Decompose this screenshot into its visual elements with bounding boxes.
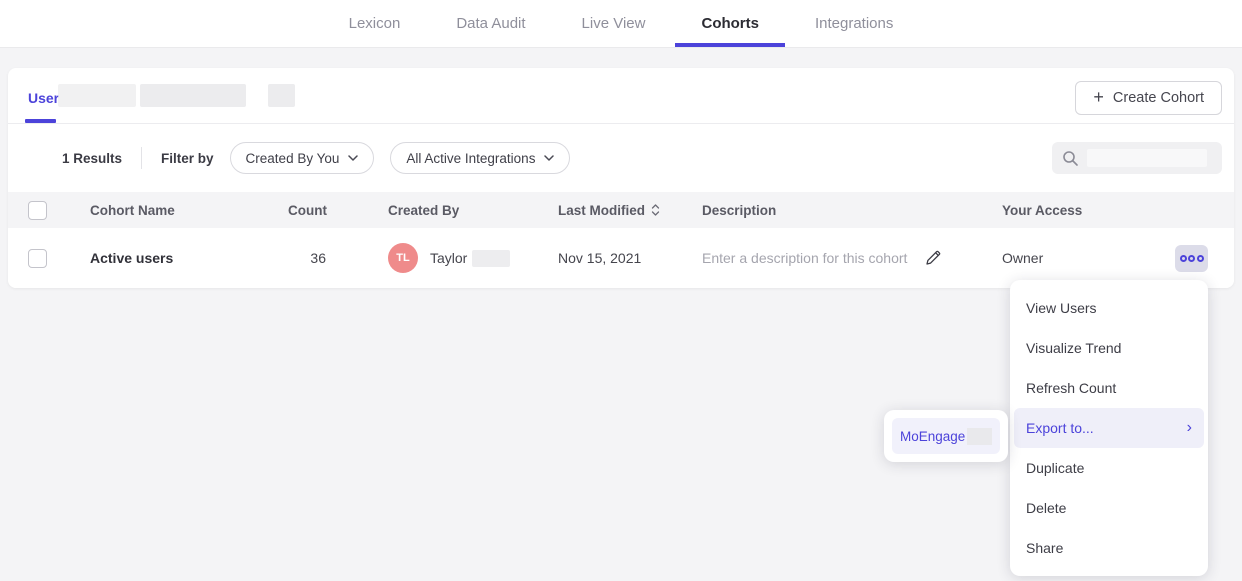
nav-tab-cohorts[interactable]: Cohorts bbox=[699, 0, 761, 47]
menu-item-share[interactable]: Share bbox=[1010, 528, 1208, 568]
created-by-dropdown[interactable]: Created By You bbox=[230, 142, 375, 174]
chevron-right-icon: › bbox=[1187, 420, 1192, 436]
header-cohort-name[interactable]: Cohort Name bbox=[90, 203, 288, 218]
description-field[interactable]: Enter a description for this cohort bbox=[702, 248, 1002, 268]
avatar: TL bbox=[388, 243, 418, 273]
menu-item-export-to[interactable]: Export to... › bbox=[1014, 408, 1204, 448]
divider bbox=[141, 147, 142, 169]
cohorts-panel: User + Create Cohort 1 Results Filter by… bbox=[8, 68, 1234, 288]
menu-item-visualize-trend[interactable]: Visualize Trend bbox=[1010, 328, 1208, 368]
table-header-row: Cohort Name Count Created By Last Modifi… bbox=[8, 192, 1234, 228]
created-by-name: Taylor bbox=[430, 250, 467, 266]
more-dots-icon bbox=[1180, 255, 1187, 262]
row-checkbox[interactable] bbox=[28, 249, 47, 268]
export-submenu: MoEngage bbox=[884, 410, 1008, 462]
description-placeholder: Enter a description for this cohort bbox=[702, 250, 907, 266]
search-input[interactable] bbox=[1052, 142, 1222, 174]
menu-item-view-users[interactable]: View Users bbox=[1010, 288, 1208, 328]
table-row: Active users 36 TL Taylor Nov 15, 2021 E… bbox=[8, 228, 1234, 288]
nav-tab-integrations[interactable]: Integrations bbox=[813, 0, 895, 47]
integrations-dropdown[interactable]: All Active Integrations bbox=[390, 142, 570, 174]
submenu-item-moengage[interactable]: MoEngage bbox=[892, 418, 1000, 454]
cohort-count: 36 bbox=[288, 250, 326, 266]
menu-item-refresh-count[interactable]: Refresh Count bbox=[1010, 368, 1208, 408]
search-icon bbox=[1062, 150, 1079, 167]
header-created-by[interactable]: Created By bbox=[388, 203, 558, 218]
tab-user[interactable]: User bbox=[28, 90, 59, 106]
header-count[interactable]: Count bbox=[288, 203, 326, 218]
redacted-search-text bbox=[1087, 149, 1207, 167]
results-count: 1 Results bbox=[62, 151, 122, 166]
top-nav: Lexicon Data Audit Live View Cohorts Int… bbox=[0, 0, 1242, 48]
redacted-tab-block bbox=[140, 84, 246, 107]
nav-tab-cohorts-label: Cohorts bbox=[701, 15, 759, 32]
edit-description-button[interactable] bbox=[923, 248, 943, 268]
filter-bar: 1 Results Filter by Created By You All A… bbox=[8, 124, 1234, 192]
menu-item-duplicate[interactable]: Duplicate bbox=[1010, 448, 1208, 488]
chevron-down-icon bbox=[348, 155, 358, 161]
more-dots-icon bbox=[1197, 255, 1204, 262]
active-tab-underline bbox=[675, 43, 785, 47]
cohorts-panel-header: User + Create Cohort bbox=[8, 68, 1234, 124]
menu-item-export-to-label: Export to... bbox=[1026, 420, 1094, 436]
sort-icon[interactable] bbox=[651, 203, 660, 217]
redacted-submenu-block bbox=[967, 428, 992, 445]
redacted-tab-block bbox=[58, 84, 136, 107]
last-modified-value: Nov 15, 2021 bbox=[558, 250, 702, 266]
header-last-modified-label: Last Modified bbox=[558, 203, 645, 218]
row-context-menu: View Users Visualize Trend Refresh Count… bbox=[1010, 280, 1208, 576]
select-all-checkbox[interactable] bbox=[28, 201, 47, 220]
redacted-name-block bbox=[472, 250, 510, 267]
redacted-tab-block bbox=[268, 84, 295, 107]
integrations-dropdown-label: All Active Integrations bbox=[406, 151, 535, 166]
filter-by-label: Filter by bbox=[161, 151, 214, 166]
user-tab-underline bbox=[25, 119, 56, 123]
access-value: Owner bbox=[1002, 250, 1122, 266]
plus-icon: + bbox=[1093, 88, 1104, 106]
header-last-modified[interactable]: Last Modified bbox=[558, 203, 702, 218]
create-cohort-label: Create Cohort bbox=[1113, 90, 1204, 106]
nav-tab-lexicon[interactable]: Lexicon bbox=[347, 0, 403, 47]
chevron-down-icon bbox=[544, 155, 554, 161]
pencil-icon bbox=[923, 248, 943, 268]
more-dots-icon bbox=[1188, 255, 1195, 262]
row-more-actions-button[interactable] bbox=[1175, 245, 1208, 272]
header-your-access: Your Access bbox=[1002, 203, 1122, 218]
nav-tab-data-audit[interactable]: Data Audit bbox=[454, 0, 527, 47]
submenu-item-moengage-label: MoEngage bbox=[900, 429, 965, 444]
menu-item-delete[interactable]: Delete bbox=[1010, 488, 1208, 528]
cohort-name-link[interactable]: Active users bbox=[90, 250, 173, 266]
created-by-dropdown-label: Created By You bbox=[246, 151, 340, 166]
create-cohort-button[interactable]: + Create Cohort bbox=[1075, 81, 1222, 115]
nav-tab-live-view[interactable]: Live View bbox=[580, 0, 648, 47]
header-description: Description bbox=[702, 203, 1002, 218]
